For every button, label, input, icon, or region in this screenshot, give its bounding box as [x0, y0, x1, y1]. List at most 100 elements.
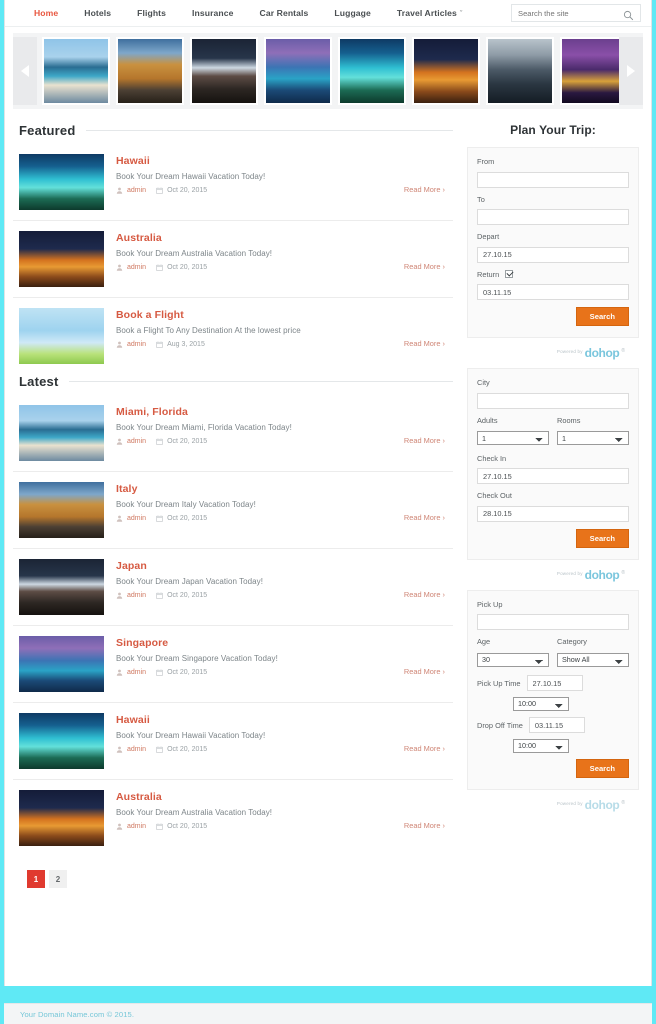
- checkout-input[interactable]: [477, 505, 629, 522]
- checkin-input[interactable]: [477, 468, 629, 484]
- read-more-link[interactable]: Read More ›: [404, 436, 445, 445]
- article-thumbnail[interactable]: [19, 154, 104, 210]
- city-input[interactable]: [477, 392, 629, 409]
- article-title[interactable]: Australia: [116, 232, 449, 244]
- user-icon: [116, 438, 123, 445]
- carousel-slide[interactable]: [116, 37, 184, 105]
- article-date: Oct 20, 2015: [167, 746, 208, 753]
- article-author[interactable]: admin: [127, 515, 146, 522]
- age-select[interactable]: 30: [477, 652, 549, 667]
- article-meta: admin Oct 20, 2015: [116, 592, 449, 599]
- carousel-slide[interactable]: [190, 37, 258, 105]
- article-author[interactable]: admin: [127, 669, 146, 676]
- category-select[interactable]: Show All: [557, 652, 629, 667]
- article-author[interactable]: admin: [127, 592, 146, 599]
- nav-item-flights[interactable]: Flights: [124, 8, 179, 18]
- article-excerpt: Book Your Dream Italy Vacation Today!: [116, 500, 256, 509]
- pagination-page-1[interactable]: 1: [27, 870, 45, 888]
- flight-search-button[interactable]: Search: [575, 307, 629, 326]
- nav-item-label: Luggage: [334, 8, 371, 18]
- carousel-slide[interactable]: [560, 37, 619, 105]
- read-more-link[interactable]: Read More ›: [404, 667, 445, 676]
- registered-mark: ®: [621, 569, 625, 576]
- article-item: Singapore Book Your Dream Singapore Vacat…: [13, 626, 453, 703]
- carousel-prev-icon[interactable]: [13, 37, 37, 105]
- carousel-slide[interactable]: [42, 37, 110, 105]
- age-label: Age: [477, 637, 491, 646]
- nav-item-car-rentals[interactable]: Car Rentals: [247, 8, 322, 18]
- read-more-link[interactable]: Read More ›: [404, 339, 445, 348]
- nav-item-travel-articles[interactable]: Travel Articles ˇ: [384, 8, 475, 18]
- read-more-link[interactable]: Read More ›: [404, 821, 445, 830]
- depart-date-input[interactable]: [477, 246, 629, 263]
- article-body: Japan Book Your Dream Japan Vacation Toda…: [116, 559, 449, 599]
- from-input[interactable]: [477, 171, 629, 188]
- article-author[interactable]: admin: [127, 823, 146, 830]
- article-excerpt: Book Your Dream Singapore Vacation Today…: [116, 654, 278, 663]
- to-input[interactable]: [477, 209, 629, 225]
- article-date: Oct 20, 2015: [167, 438, 208, 445]
- pagination: 12: [13, 856, 453, 906]
- article-title[interactable]: Italy: [116, 483, 449, 495]
- pickup-hour-select[interactable]: 10:00: [513, 696, 569, 711]
- hotel-search-button[interactable]: Search: [575, 528, 629, 548]
- article-thumbnail[interactable]: [19, 482, 104, 538]
- registered-mark: ®: [621, 348, 625, 354]
- article-thumbnail[interactable]: [19, 713, 104, 769]
- article-body: Book a Flight Book a Flight To Any Destin…: [116, 308, 449, 348]
- article-date: Oct 20, 2015: [167, 264, 208, 271]
- carousel-slide[interactable]: [264, 37, 332, 105]
- nav-item-home[interactable]: Home: [21, 8, 71, 18]
- dropoff-date-input[interactable]: [528, 717, 585, 733]
- article-title[interactable]: Japan: [116, 560, 449, 572]
- article-title[interactable]: Miami, Florida: [116, 406, 449, 418]
- article-title[interactable]: Hawaii: [116, 714, 449, 726]
- article-thumbnail[interactable]: [19, 231, 104, 287]
- read-more-link[interactable]: Read More ›: [404, 590, 445, 599]
- nav-item-luggage[interactable]: Luggage: [321, 8, 384, 18]
- read-more-link[interactable]: Read More ›: [404, 262, 445, 271]
- search-input[interactable]: [518, 8, 623, 18]
- car-search-button[interactable]: Search: [575, 759, 629, 778]
- read-more-link[interactable]: Read More ›: [404, 185, 445, 194]
- city-label: City: [477, 378, 490, 387]
- article-author[interactable]: admin: [127, 438, 146, 445]
- article-author[interactable]: admin: [127, 341, 146, 348]
- article-title[interactable]: Singapore: [116, 637, 449, 649]
- article-thumbnail[interactable]: [19, 559, 104, 615]
- article-author[interactable]: admin: [127, 746, 146, 753]
- nav-item-insurance[interactable]: Insurance: [179, 8, 247, 18]
- article-meta: admin Oct 20, 2015: [116, 746, 449, 753]
- user-icon: [116, 669, 123, 676]
- dropoff-hour-select[interactable]: 10:00: [513, 738, 569, 753]
- article-thumbnail[interactable]: [19, 405, 104, 461]
- return-checkbox[interactable]: [505, 269, 514, 278]
- article-title[interactable]: Hawaii: [116, 155, 449, 167]
- return-date-input[interactable]: [477, 284, 629, 300]
- article-author[interactable]: admin: [127, 187, 146, 194]
- pickup-date-input[interactable]: [526, 675, 583, 691]
- carousel-slide[interactable]: [486, 37, 554, 105]
- nav-item-hotels[interactable]: Hotels: [71, 8, 124, 18]
- adults-select[interactable]: 1: [477, 431, 549, 445]
- search-icon[interactable]: [623, 8, 634, 20]
- carousel-track: [37, 37, 619, 105]
- carousel-slide[interactable]: [338, 37, 406, 105]
- article-thumbnail[interactable]: [19, 790, 104, 846]
- article-title[interactable]: Australia: [116, 791, 449, 803]
- article-thumbnail[interactable]: [19, 308, 104, 364]
- section-divider: [68, 381, 453, 382]
- search-box[interactable]: [511, 4, 641, 22]
- read-more-link[interactable]: Read More ›: [404, 513, 445, 522]
- powered-by-text: Powered by: [556, 349, 583, 354]
- carousel-slide[interactable]: [412, 37, 480, 105]
- dohop-logo: dohop: [584, 567, 620, 582]
- article-author[interactable]: admin: [127, 264, 146, 271]
- article-thumbnail[interactable]: [19, 636, 104, 692]
- pickup-input[interactable]: [477, 614, 629, 630]
- carousel-next-icon[interactable]: [619, 37, 643, 105]
- rooms-select[interactable]: 1: [557, 431, 629, 445]
- pagination-page-2[interactable]: 2: [49, 870, 67, 888]
- read-more-link[interactable]: Read More ›: [404, 744, 445, 753]
- article-title[interactable]: Book a Flight: [116, 309, 449, 321]
